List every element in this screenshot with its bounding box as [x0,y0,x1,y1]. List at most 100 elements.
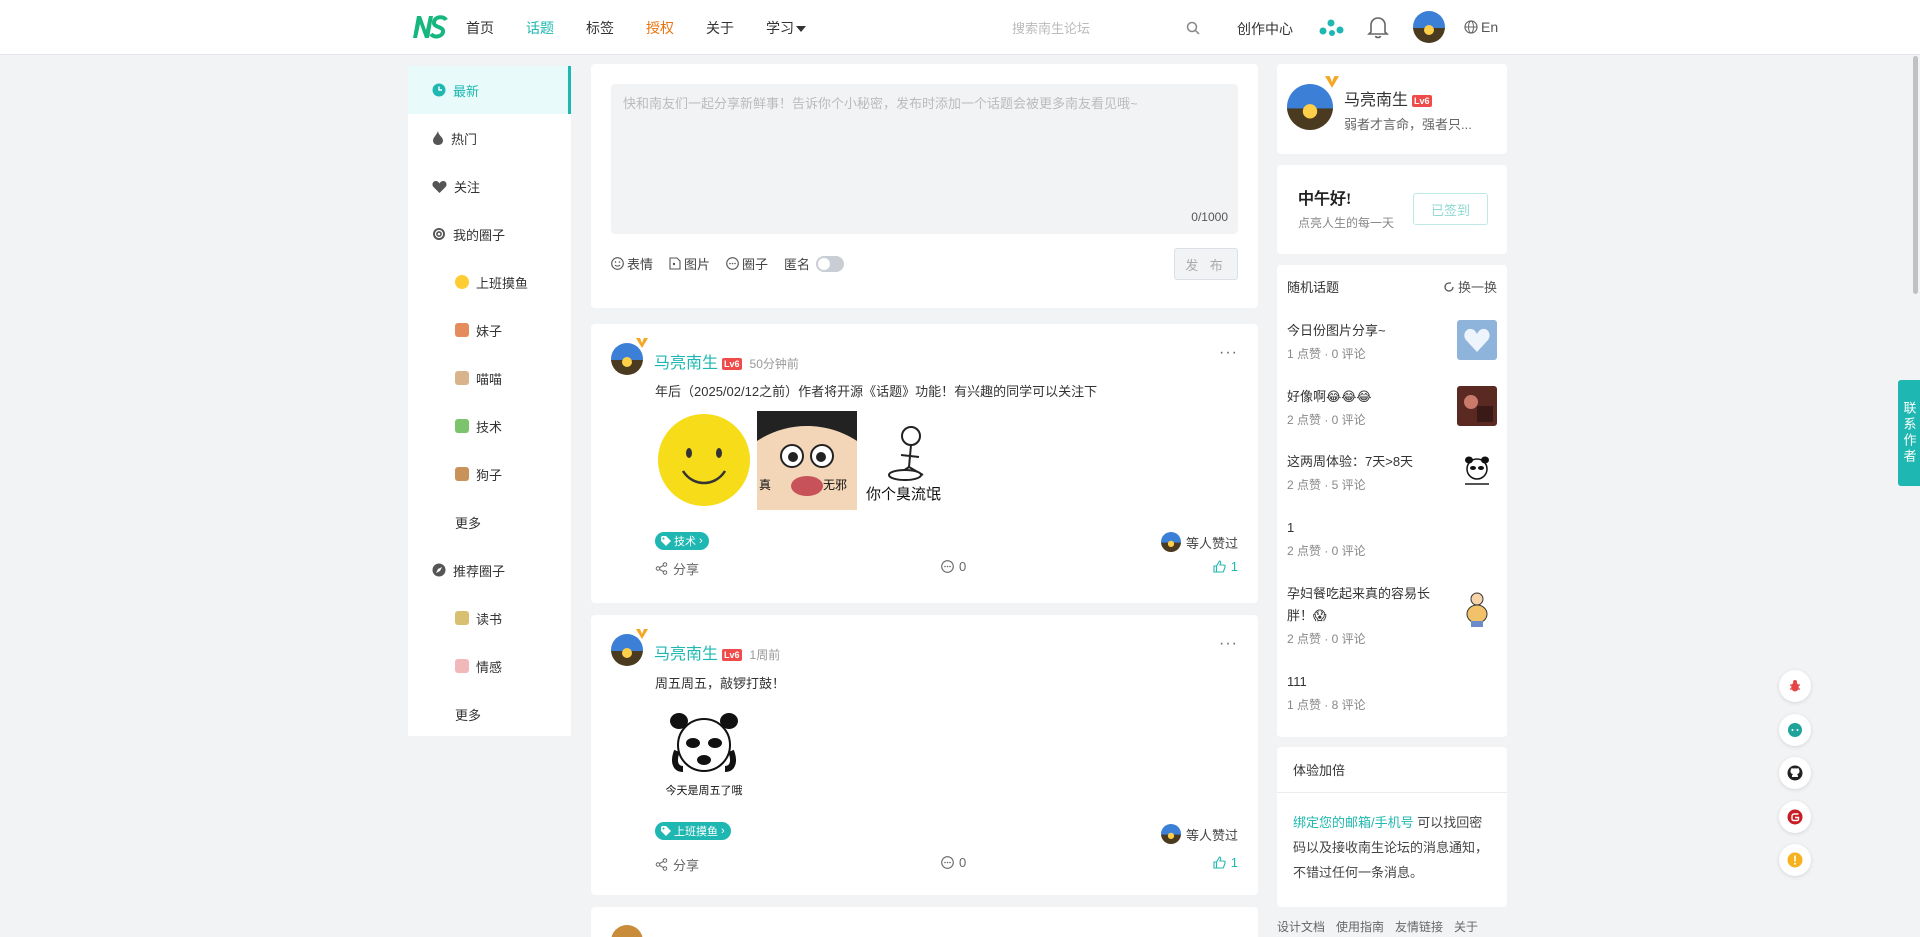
footer-link-about[interactable]: 关于 [1454,918,1478,935]
bell-icon[interactable] [1367,15,1389,39]
panda-meme-image[interactable]: 今天是周五了哦 [655,705,753,804]
github-button[interactable] [1779,757,1811,789]
author-name: 马亮南生 [654,355,719,372]
post-author[interactable]: 马亮南生 Lv6 1周前 [654,640,780,664]
stick-figure-image[interactable]: 你个臭流氓 [861,411,957,510]
random-topic-item[interactable]: 111 1 点赞 · 8 评论 [1287,671,1497,713]
profile-name-text: 马亮南生 [1344,92,1409,109]
search-icon[interactable] [1186,21,1200,35]
bonus-text: 绑定您的邮箱/手机号 可以找回密码以及接收南生论坛的消息通知，不错过任何一条消息… [1277,793,1507,902]
girl-emoji-icon [455,323,469,337]
random-topic-item[interactable]: 这两周体验：7天>8天 2 点赞 · 5 评论 [1287,451,1497,493]
nav-home[interactable]: 首页 [466,18,494,38]
liked-by[interactable]: 等人赞过 [1160,532,1238,552]
user-avatar[interactable] [1413,11,1445,43]
refresh-button[interactable]: 换一换 [1443,277,1497,296]
share-button[interactable]: 分享 [655,559,699,578]
liked-by[interactable]: 等人赞过 [1160,824,1238,844]
post-author[interactable]: 马亮南生 Lv6 50分钟前 [654,349,799,373]
sidebar-item-dogs[interactable]: 狗子 [408,450,571,498]
checked-in-button[interactable]: 已签到 [1413,193,1488,225]
topic-tag[interactable]: 上班摸鱼 › [655,822,731,840]
ns-logo[interactable] [411,14,448,40]
more-options-icon[interactable]: ··· [1219,344,1238,362]
publish-button[interactable]: 发 布 [1174,248,1238,280]
image-button[interactable]: 图片 [669,254,710,273]
main-nav: 首页 话题 标签 授权 关于 学习 [466,0,838,55]
sidebar-item-follow[interactable]: 关注 [408,162,571,210]
contact-author-tab[interactable]: 联系作者 [1898,380,1920,486]
sidebar-item-tech[interactable]: 技术 [408,402,571,450]
nav-license[interactable]: 授权 [646,18,674,38]
apps-dots-icon[interactable] [1318,18,1344,38]
profile-avatar[interactable] [1287,84,1333,130]
search-input[interactable] [1000,12,1210,44]
smiley-image[interactable] [655,411,753,510]
sidebar-label: 更多 [455,707,482,723]
circle-button[interactable]: 圈子 [726,254,768,273]
post-card: 马亮南生 Lv6 1周前 ··· 周五周五，敲锣打鼓！ 今天是周五了哦 上班摸鱼 ›… [591,615,1258,895]
comment-button[interactable]: 0 [941,855,966,870]
composer-textarea[interactable]: 快和南友们一起分享新鲜事！告诉你个小秘密，发布时添加一个话题会被更多南友看见哦~… [611,84,1238,234]
random-topics-title: 随机话题 [1287,280,1340,295]
footer-link-design-doc[interactable]: 设计文档 [1277,918,1325,935]
bug-report-button[interactable] [1779,670,1811,702]
like-button[interactable]: 1 [1213,559,1238,574]
footer-link-guide[interactable]: 使用指南 [1336,918,1384,935]
sidebar-item-latest[interactable]: 最新 [408,66,571,114]
github-icon [1787,765,1803,781]
nav-learn[interactable]: 学习 [766,18,806,38]
profile-name[interactable]: 马亮南生 Lv6 [1344,86,1432,110]
globe-icon [1464,20,1478,34]
language-switch[interactable]: En [1464,19,1498,35]
create-center-link[interactable]: 创作中心 [1237,19,1293,39]
vip-badge-icon [1325,76,1339,88]
sidebar-item-more-2[interactable]: 更多 [408,690,571,738]
random-topic-item[interactable]: 孕妇餐吃起来真的容易长胖！😱 2 点赞 · 0 评论 [1287,583,1497,647]
sidebar-item-more[interactable]: 更多 [408,498,571,546]
cartoon-boy-image[interactable]: 真 无邪 [757,411,857,510]
notice-button[interactable] [1779,844,1811,876]
checkin-card: 中午好! 点亮人生的每一天 已签到 [1277,165,1507,254]
emoji-button[interactable]: 表情 [611,254,653,273]
sidebar-item-hot[interactable]: 热门 [408,114,571,162]
tag-icon [661,826,671,836]
sidebar-item-my-circles[interactable]: 我的圈子 [408,210,571,258]
comment-icon [941,856,954,869]
sidebar-item-cats[interactable]: 喵喵 [408,354,571,402]
like-count: 1 [1230,855,1238,870]
nav-about[interactable]: 关于 [706,18,734,38]
level-badge: Lv6 [1412,94,1432,107]
liked-by-label: 等人赞过 [1185,535,1238,551]
footer-link-friends[interactable]: 友情链接 [1395,918,1443,935]
sidebar-item-reading[interactable]: 读书 [408,594,571,642]
sidebar-item-slacking[interactable]: 上班摸鱼 [408,258,571,306]
char-count: 0/1000 [1191,210,1228,224]
topic-meta: 2 点赞 · 0 评论 [1287,544,1366,558]
author-avatar[interactable] [611,925,643,937]
nav-topics[interactable]: 话题 [526,18,554,38]
topic-tag[interactable]: 技术 › [655,532,709,550]
topic-title: 好像啊😂😂😂 [1287,389,1372,404]
footer-links: 设计文档 使用指南 友情链接 关于 [1277,918,1478,935]
comment-button[interactable]: 0 [941,559,966,574]
emoji-label: 表情 [627,257,654,272]
random-topic-item[interactable]: 好像啊😂😂😂 2 点赞 · 0 评论 [1287,386,1497,428]
nav-tags[interactable]: 标签 [586,18,614,38]
sidebar-item-girls[interactable]: 妹子 [408,306,571,354]
share-button[interactable]: 分享 [655,855,699,874]
anonymous-toggle[interactable]: 匿名 [784,254,845,273]
liked-by-label: 等人赞过 [1185,827,1238,843]
more-options-icon[interactable]: ··· [1219,635,1238,653]
chat-button[interactable] [1779,714,1811,746]
gitee-button[interactable] [1779,801,1811,833]
random-topic-item[interactable]: 1 2 点赞 · 0 评论 [1287,517,1497,559]
sidebar-item-emotion[interactable]: 情感 [408,642,571,690]
page-scrollbar[interactable] [1913,56,1918,294]
bind-account-link[interactable]: 绑定您的邮箱/手机号 [1293,815,1414,830]
toggle-switch[interactable] [816,255,845,272]
like-button[interactable]: 1 [1213,855,1238,870]
random-topic-item[interactable]: 今日份图片分享~ 1 点赞 · 0 评论 [1287,320,1497,362]
sidebar-item-recommended[interactable]: 推荐圈子 [408,546,571,594]
vip-badge-icon [636,338,648,348]
